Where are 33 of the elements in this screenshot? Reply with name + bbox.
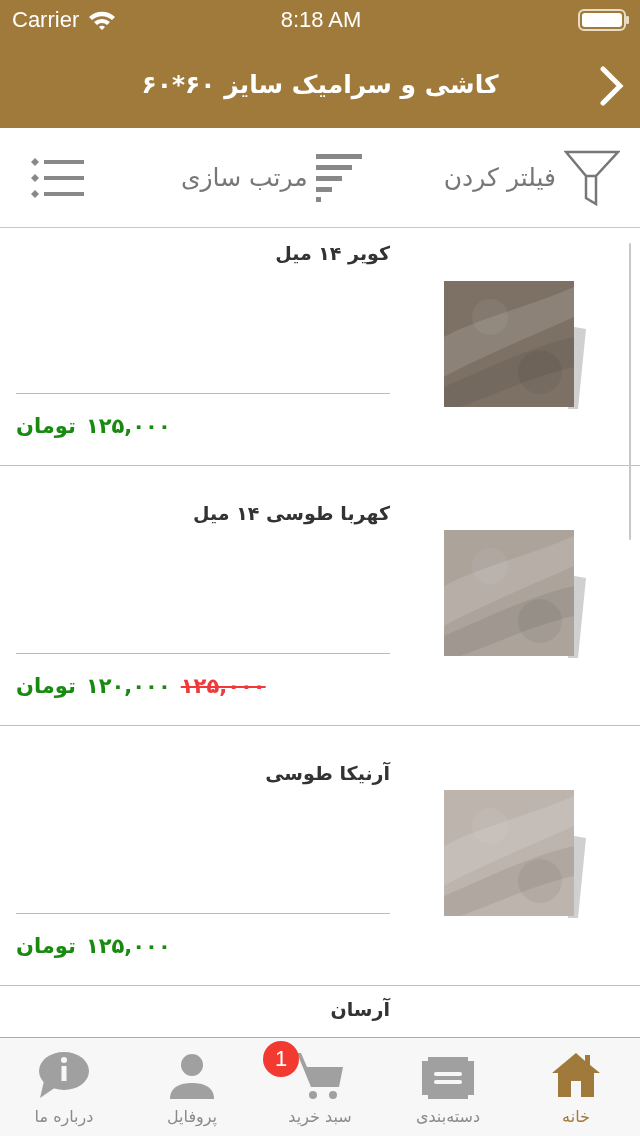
old-price: ۱۲۵,۰۰۰ — [180, 674, 266, 698]
person-icon — [169, 1053, 215, 1099]
battery-icon — [578, 9, 630, 31]
currency-label: تومان — [16, 934, 76, 958]
page-title: کاشی و سرامیک سایز ۶۰*۶۰ — [141, 69, 499, 99]
filter-button[interactable]: فیلتر کردن — [443, 149, 620, 206]
funnel-icon — [564, 149, 620, 206]
info-icon — [38, 1051, 90, 1099]
product-name[interactable]: کهربا طوسی ۱۴ میل — [193, 502, 390, 524]
tab[interactable]: پروفایل — [128, 1038, 256, 1136]
price: ۱۲۵,۰۰۰ — [85, 934, 171, 958]
wifi-icon — [87, 9, 118, 31]
price: ۱۲۵,۰۰۰ — [85, 414, 171, 438]
list-icon — [30, 157, 84, 198]
list-view-button[interactable] — [30, 157, 84, 198]
price: ۱۲۰,۰۰۰ — [85, 674, 171, 698]
count-badge: 1 — [263, 1041, 299, 1077]
sort-button[interactable]: مرتب سازی — [84, 153, 362, 202]
clock-time: 8:18 AM — [280, 7, 362, 33]
tab[interactable]: درباره ما — [0, 1038, 128, 1136]
product-name[interactable]: کویر ۱۴ میل — [275, 242, 390, 264]
product-name[interactable]: آرنیکا طوسی — [265, 762, 390, 784]
sort-icon — [315, 153, 362, 202]
tab[interactable]: دسته‌بندی — [384, 1038, 512, 1136]
chevron-icon — [598, 66, 626, 106]
tab[interactable]: خانه — [512, 1038, 640, 1136]
carrier-name: Carrier — [12, 7, 80, 33]
currency-label: تومان — [16, 414, 76, 438]
back-button[interactable] — [598, 66, 626, 106]
currency-label: تومان — [16, 674, 76, 698]
house-icon — [552, 1051, 600, 1099]
ticket-icon — [422, 1057, 474, 1099]
product-name[interactable]: آرسان — [330, 998, 390, 1020]
